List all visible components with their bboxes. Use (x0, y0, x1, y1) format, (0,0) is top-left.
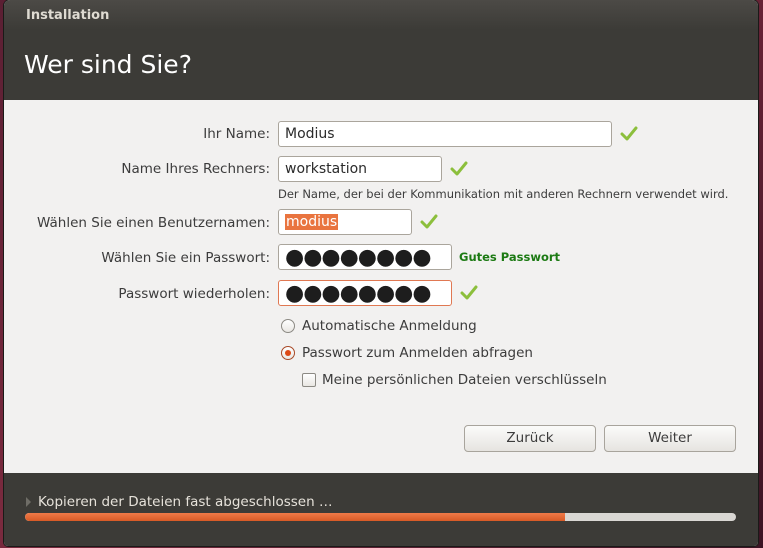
copy-status-text: Kopieren der Dateien fast abgeschlossen … (38, 494, 333, 510)
name-field[interactable]: Modius (278, 121, 612, 147)
footer-status-bar: Kopieren der Dateien fast abgeschlossen … (4, 473, 758, 546)
username-label: Wählen Sie einen Benutzernamen: (37, 215, 270, 231)
window-title: Installation (26, 8, 110, 23)
password-label: Wählen Sie ein Passwort: (101, 250, 270, 266)
computer-name-label: Name Ihres Rechners: (121, 161, 270, 177)
encrypt-home-label[interactable]: Meine persönlichen Dateien verschlüsseln (322, 372, 607, 388)
password-repeat-field[interactable]: ●●●●●●●● (278, 280, 452, 306)
auto-login-radio[interactable] (281, 319, 295, 333)
username-field[interactable]: modius (278, 209, 412, 235)
encrypt-home-checkbox[interactable] (302, 373, 316, 387)
computer-name-valid-check-icon (450, 161, 468, 176)
password-repeat-label: Passwort wiederholen: (118, 286, 270, 302)
password-strength: Gutes Passwort (459, 250, 561, 264)
back-button[interactable]: Zurück (464, 425, 596, 452)
computer-name-hint: Der Name, der bei der Kommunikation mit … (278, 187, 729, 201)
ask-password-radio[interactable] (281, 346, 295, 360)
computer-name-field[interactable]: workstation (278, 156, 442, 182)
expand-arrow-icon[interactable] (26, 497, 31, 507)
install-progress-bar (25, 513, 736, 521)
ask-password-label[interactable]: Passwort zum Anmelden abfragen (302, 345, 533, 361)
install-progress-fill (25, 513, 566, 521)
name-label: Ihr Name: (203, 126, 270, 142)
password-repeat-valid-check-icon (460, 285, 478, 300)
username-valid-check-icon (420, 214, 438, 229)
installer-window: Installation Wer sind Sie? Ihr Name: Mod… (4, 0, 758, 546)
title-bar: Installation Wer sind Sie? (4, 0, 758, 100)
username-selected-text: modius (285, 214, 339, 230)
page-title: Wer sind Sie? (24, 50, 192, 79)
next-button[interactable]: Weiter (604, 425, 736, 452)
password-field[interactable]: ●●●●●●●● (278, 244, 452, 270)
auto-login-label[interactable]: Automatische Anmeldung (302, 318, 477, 334)
name-valid-check-icon (620, 126, 638, 141)
